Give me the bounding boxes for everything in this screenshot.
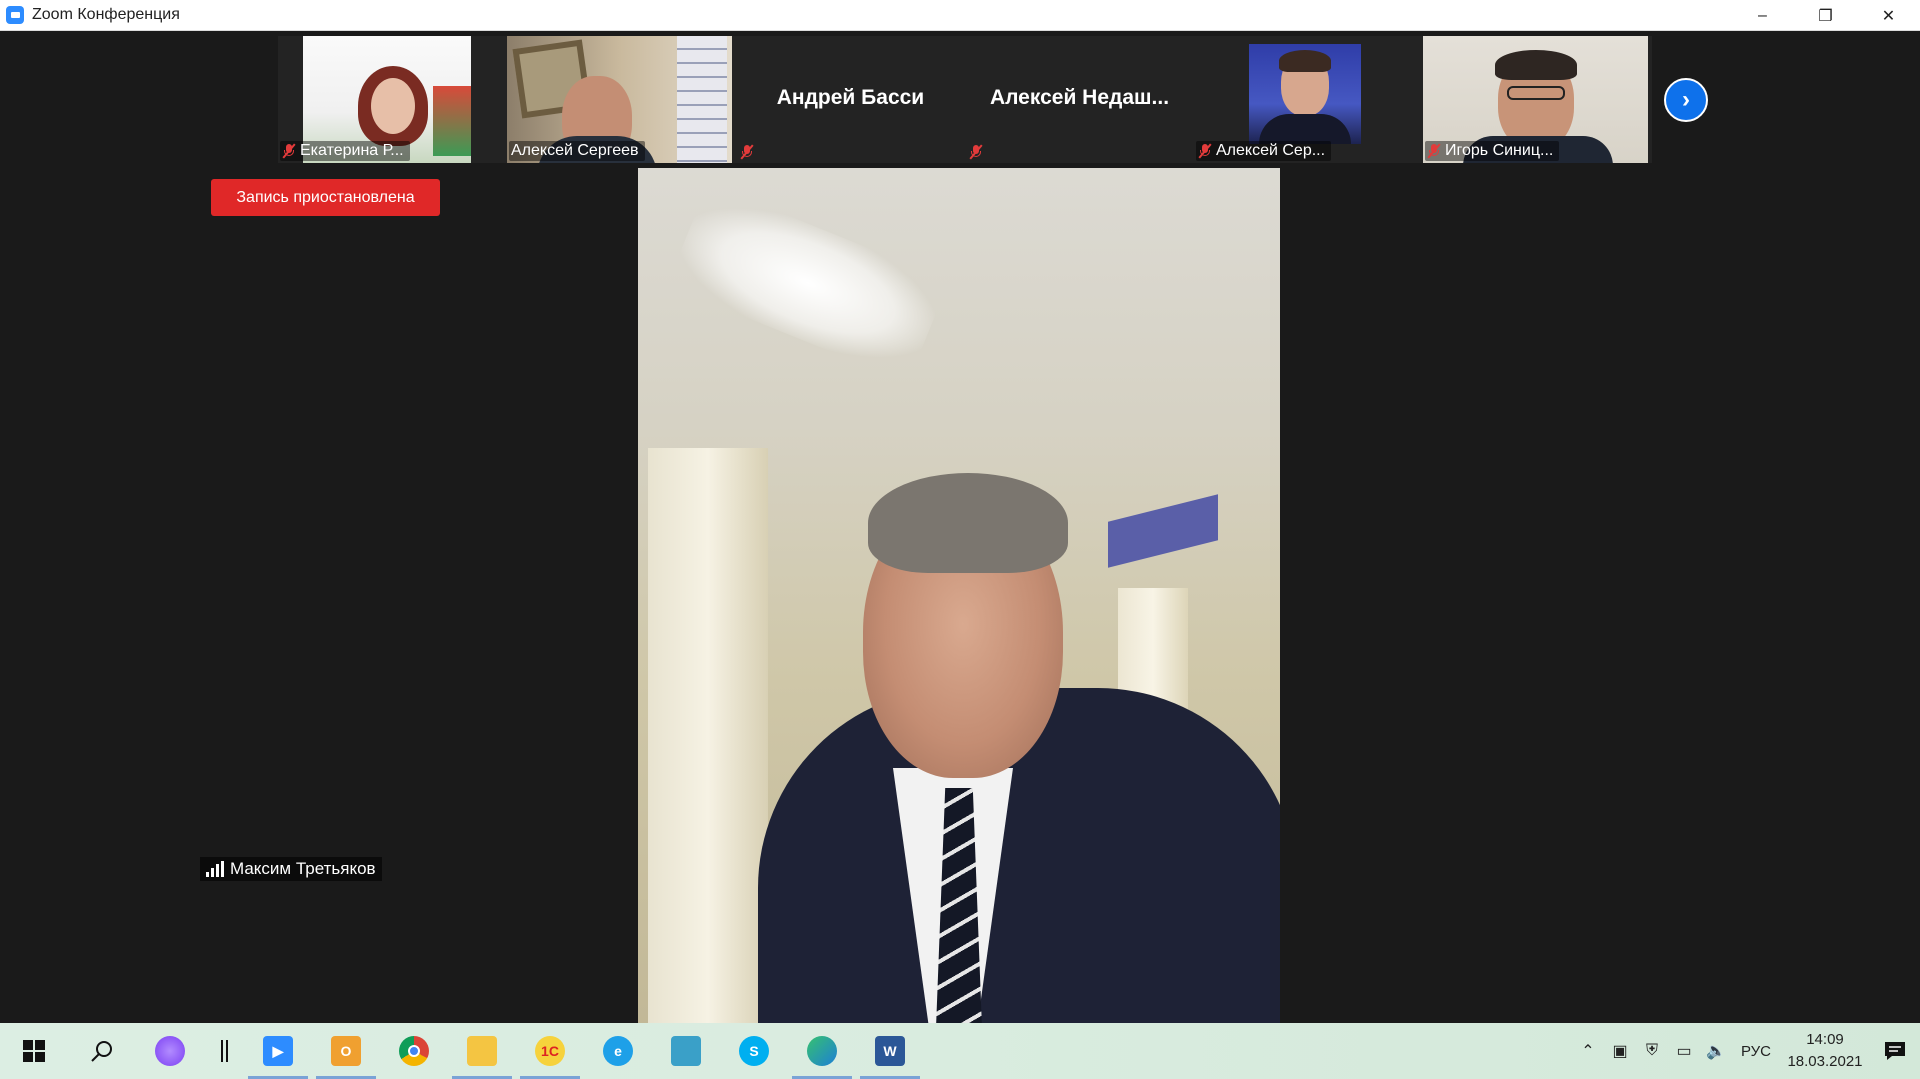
taskbar: ▶ O 1С e S W ⌃ ▣ ⛨ ▭ 🔈 РУС 14:09 18.03.2… (0, 1023, 1920, 1079)
ceiling-light (666, 183, 950, 383)
cortana-icon (155, 1036, 185, 1066)
notification-button[interactable] (1870, 1023, 1920, 1079)
cortana-button[interactable] (136, 1023, 204, 1079)
mic-muted-icon (282, 143, 296, 159)
participant-tile[interactable]: Алексей Сер... (1194, 36, 1423, 163)
search-icon (91, 1041, 112, 1062)
start-button[interactable] (0, 1023, 68, 1079)
window-controls: – ❐ ✕ (1731, 0, 1920, 31)
active-speaker-name: Максим Третьяков (230, 859, 376, 878)
restore-button[interactable]: ❐ (1794, 0, 1857, 31)
meet-now-icon[interactable]: ▣ (1604, 1023, 1636, 1079)
recording-paused-badge[interactable]: Запись приостановлена (211, 179, 440, 216)
taskbar-app[interactable] (652, 1023, 720, 1079)
taskbar-outlook[interactable]: O (312, 1023, 380, 1079)
mic-muted-icon (1198, 143, 1212, 159)
chrome-icon (399, 1036, 429, 1066)
participant-tile[interactable]: Екатерина Р... (278, 36, 507, 163)
outlook-icon: O (331, 1036, 361, 1066)
participant-name-large: Алексей Недаш... (989, 86, 1170, 109)
system-tray: ⌃ ▣ ⛨ ▭ 🔈 РУС 14:09 18.03.2021 (1572, 1023, 1920, 1079)
chevron-right-icon: › (1682, 86, 1690, 113)
mic-muted-icon (1427, 143, 1441, 159)
mic-muted-icon (969, 144, 983, 160)
participant-label (738, 143, 760, 161)
participant-name: Алексей Сер... (1216, 142, 1326, 159)
participant-name: Алексей Сергеев (511, 142, 639, 159)
taskbar-word[interactable]: W (856, 1023, 924, 1079)
internet-explorer-icon: e (603, 1036, 633, 1066)
language-indicator[interactable]: РУС (1732, 1043, 1780, 1060)
notification-icon (1885, 1042, 1905, 1060)
mic-muted-icon (740, 144, 754, 160)
zoom-icon: ▶ (263, 1036, 293, 1066)
signal-strength-icon (206, 861, 224, 877)
security-icon[interactable]: ⛨ (1636, 1023, 1668, 1079)
participant-tile[interactable]: Игорь Синиц... (1423, 36, 1652, 163)
participant-strip: Екатерина Р... Алексей Сергеев Андрей Ба… (278, 36, 1652, 163)
taskbar-chrome[interactable] (380, 1023, 448, 1079)
participant-label (967, 143, 989, 161)
taskbar-zoom[interactable]: ▶ (244, 1023, 312, 1079)
speaker-hair (868, 473, 1068, 573)
volume-icon[interactable]: 🔈 (1700, 1023, 1732, 1079)
search-button[interactable] (68, 1023, 136, 1079)
active-speaker-video (638, 168, 1280, 1023)
app-icon (671, 1036, 701, 1066)
taskbar-edge[interactable] (788, 1023, 856, 1079)
minimize-button[interactable]: – (1731, 0, 1794, 31)
clock-time: 14:09 (1806, 1031, 1844, 1048)
column (648, 448, 768, 1023)
active-speaker-label: Максим Третьяков (200, 857, 382, 881)
participant-name-large: Андрей Басси (776, 86, 925, 109)
participant-tile[interactable]: Андрей Басси (736, 36, 965, 163)
close-button[interactable]: ✕ (1857, 0, 1920, 31)
title-bar: Zoom Конференция – ❐ ✕ (0, 0, 1920, 31)
word-icon: W (875, 1036, 905, 1066)
meeting-area: Екатерина Р... Алексей Сергеев Андрей Ба… (0, 31, 1920, 1023)
participant-label: Алексей Сер... (1196, 141, 1332, 161)
edge-icon (807, 1036, 837, 1066)
taskbar-skype[interactable]: S (720, 1023, 788, 1079)
skype-icon: S (739, 1036, 769, 1066)
participant-tile[interactable]: Алексей Сергеев (507, 36, 736, 163)
file-explorer-icon (467, 1036, 497, 1066)
task-view-icon (220, 1040, 228, 1062)
network-icon[interactable]: ▭ (1668, 1023, 1700, 1079)
exit-sign (1108, 494, 1218, 568)
clock-date: 18.03.2021 (1787, 1053, 1863, 1070)
windows-logo-icon (23, 1040, 45, 1062)
participant-label: Алексей Сергеев (509, 141, 645, 161)
participant-video (1249, 44, 1361, 144)
participant-label: Игорь Синиц... (1425, 141, 1560, 161)
participant-label: Екатерина Р... (280, 141, 410, 161)
taskbar-file-explorer[interactable] (448, 1023, 516, 1079)
chevron-up-icon[interactable]: ⌃ (1572, 1023, 1604, 1079)
clock[interactable]: 14:09 18.03.2021 (1780, 1029, 1870, 1073)
participant-tile[interactable]: Алексей Недаш... (965, 36, 1194, 163)
window-title: Zoom Конференция (32, 6, 180, 23)
1c-icon: 1С (535, 1036, 565, 1066)
task-view-button[interactable] (204, 1023, 244, 1079)
taskbar-1c[interactable]: 1С (516, 1023, 584, 1079)
next-page-button[interactable]: › (1664, 78, 1708, 122)
participant-name: Екатерина Р... (300, 142, 404, 159)
participant-name: Игорь Синиц... (1445, 142, 1554, 159)
taskbar-internet-explorer[interactable]: e (584, 1023, 652, 1079)
zoom-app-icon (6, 6, 24, 24)
